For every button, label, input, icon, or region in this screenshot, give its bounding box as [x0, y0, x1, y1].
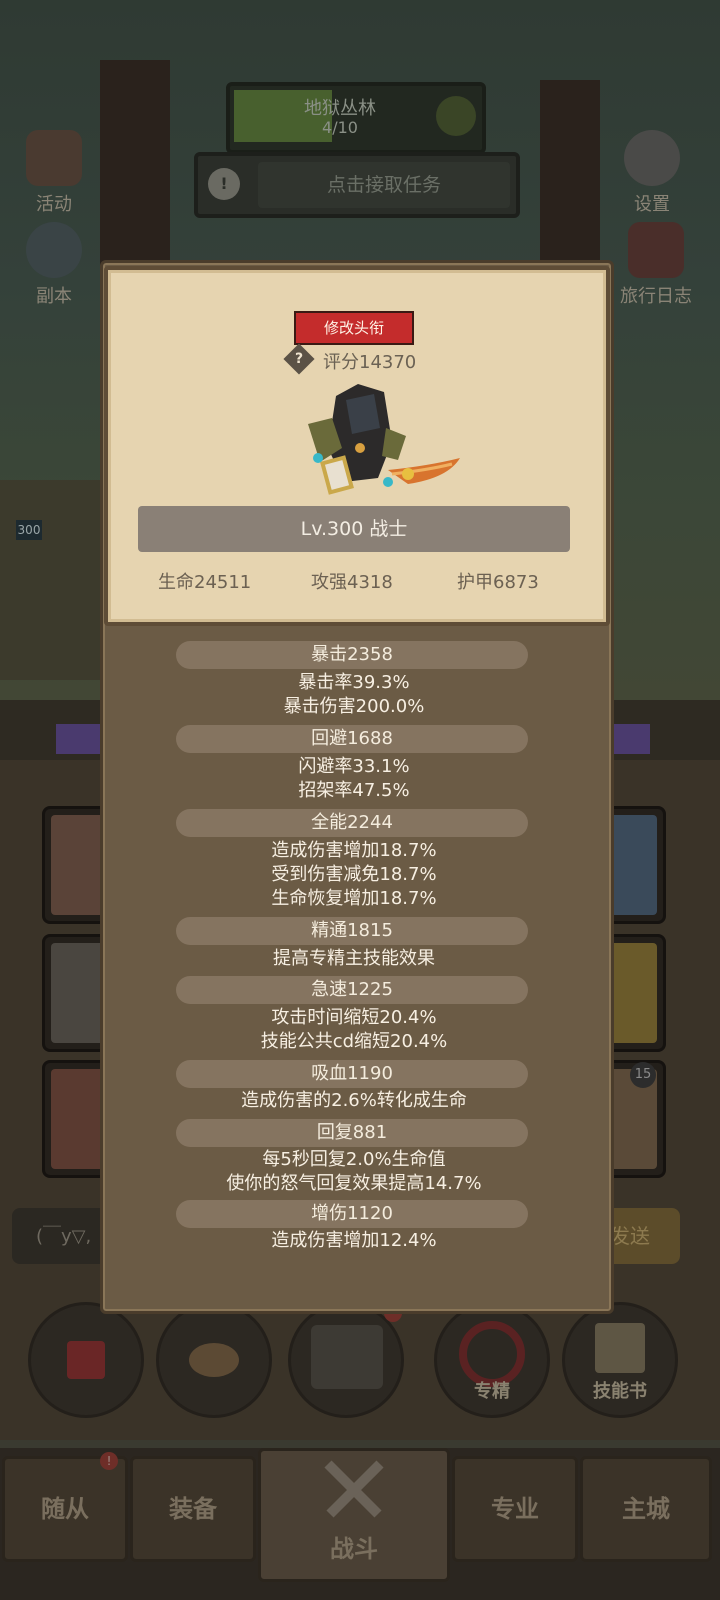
- specialization-label: 专精: [474, 1381, 510, 1402]
- avoidance-header: 回避1688: [176, 725, 528, 753]
- dungeon-portal-icon: [26, 222, 82, 278]
- haste-header: 急速1225: [176, 976, 528, 1004]
- dungeon-button[interactable]: 副本: [14, 222, 94, 308]
- zone-progress-count: 4/10: [322, 118, 358, 137]
- skill-slot-count-badge: 15: [630, 1062, 656, 1088]
- zone-progress-box[interactable]: 地狱丛林 4/10: [226, 82, 486, 154]
- potion-button[interactable]: [28, 1302, 144, 1418]
- help-icon-mark: ?: [294, 351, 304, 367]
- stat-line: 技能公共cd缩短20.4%: [260, 1031, 448, 1052]
- stat-line: 暴击伤害200.0%: [283, 696, 425, 717]
- hero-sprite-background: [0, 480, 100, 680]
- treasure-chest-icon: [311, 1325, 383, 1389]
- stat-line: 攻击时间缩短20.4%: [271, 1007, 437, 1028]
- tab-battle-label: 战斗: [330, 1535, 378, 1563]
- skill-book-button[interactable]: 技能书: [562, 1302, 678, 1418]
- event-book-icon: [26, 130, 82, 186]
- refresh-icon[interactable]: [436, 96, 476, 136]
- experience-bar-right: [608, 724, 650, 754]
- versatility-header: 全能2244: [176, 809, 528, 837]
- stat-line: 受到伤害减免18.7%: [271, 864, 437, 885]
- tab-followers[interactable]: 随从: [2, 1456, 128, 1562]
- settings-button[interactable]: 设置: [612, 130, 692, 216]
- experience-bar-left: [56, 724, 100, 754]
- event-label: 活动: [36, 194, 72, 215]
- potion-icon: [67, 1341, 105, 1379]
- tab-profession[interactable]: 专业: [452, 1456, 578, 1562]
- hero-sprite: [288, 378, 468, 504]
- followers-alert-badge: !: [100, 1452, 118, 1470]
- stat-line: 提高专精主技能效果: [273, 948, 435, 969]
- tab-equipment[interactable]: 装备: [130, 1456, 256, 1562]
- lifesteal-header: 吸血1190: [176, 1060, 528, 1088]
- tab-main-city[interactable]: 主城: [580, 1456, 712, 1562]
- crit-header: 暴击2358: [176, 641, 528, 669]
- stat-line: 生命恢复增加18.7%: [271, 888, 437, 909]
- crossed-swords-icon: [316, 1452, 392, 1528]
- character-score: 评分14370: [323, 352, 417, 373]
- stat-line: 招架率47.5%: [298, 780, 410, 801]
- rename-title-button[interactable]: 修改头衔: [294, 311, 414, 345]
- specialization-button[interactable]: 专精: [434, 1302, 550, 1418]
- settings-label: 设置: [634, 194, 670, 215]
- zone-title: 地狱丛林: [304, 98, 376, 119]
- accept-task-button[interactable]: 点击接取任务: [258, 162, 510, 208]
- bread-icon: [189, 1343, 239, 1377]
- stat-line: 使你的怒气回复效果提高14.7%: [226, 1173, 482, 1194]
- armor-stat: 护甲6873: [457, 572, 539, 593]
- journal-icon: [628, 222, 684, 278]
- journal-label: 旅行日志: [620, 286, 692, 307]
- stat-line: 闪避率33.1%: [298, 756, 410, 777]
- hp-stat: 生命24511: [158, 572, 252, 593]
- stat-line: 造成伤害增加12.4%: [271, 1230, 437, 1251]
- damage-bonus-header: 增伤1120: [176, 1200, 528, 1228]
- stat-line: 暴击率39.3%: [298, 672, 410, 693]
- chat-input[interactable]: (￣y▽,: [36, 1222, 91, 1248]
- food-button[interactable]: [156, 1302, 272, 1418]
- hero-level-badge: 300: [16, 520, 42, 540]
- stat-line: 造成伤害增加18.7%: [271, 840, 437, 861]
- task-bar[interactable]: ! 点击接取任务: [194, 152, 520, 218]
- dungeon-label: 副本: [36, 286, 72, 307]
- mastery-header: 精通1815: [176, 917, 528, 945]
- stat-line: 每5秒回复2.0%生命值: [262, 1149, 446, 1170]
- skill-book-icon: [595, 1323, 645, 1373]
- regen-header: 回复881: [176, 1119, 528, 1147]
- attack-power-stat: 攻强4318: [311, 572, 393, 593]
- alert-icon: !: [208, 168, 240, 200]
- skill-book-label: 技能书: [593, 1381, 647, 1402]
- stat-line: 造成伤害的2.6%转化成生命: [241, 1090, 467, 1111]
- event-button[interactable]: 活动: [14, 130, 94, 216]
- journal-button[interactable]: 旅行日志: [608, 222, 704, 308]
- gear-icon: [624, 130, 680, 186]
- level-class-bar: Lv.300 战士: [138, 506, 570, 552]
